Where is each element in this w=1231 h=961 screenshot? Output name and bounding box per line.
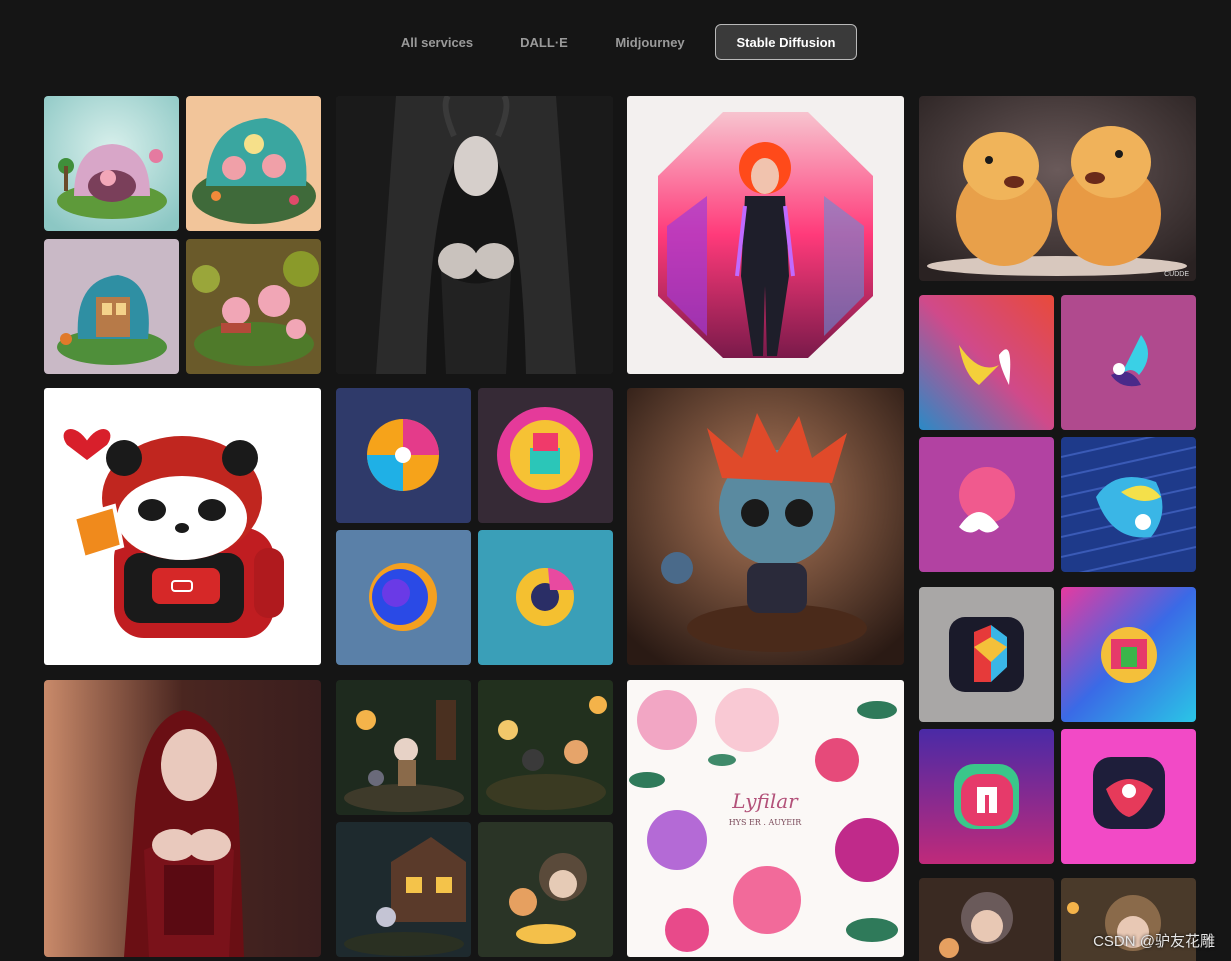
tab-dalle[interactable]: DALL·E bbox=[506, 24, 582, 60]
image-chibi-creature[interactable] bbox=[627, 388, 904, 665]
image-forest-kitten-1[interactable] bbox=[336, 680, 471, 815]
image-logo-swirl-1[interactable] bbox=[336, 388, 471, 523]
image-icon-bird-4[interactable] bbox=[1061, 437, 1196, 572]
image-neon-woman-octagon[interactable] bbox=[627, 96, 904, 374]
image-girl-kitten-1[interactable] bbox=[919, 878, 1054, 961]
image-icon-bird-1[interactable] bbox=[919, 295, 1054, 430]
tab-midjourney[interactable]: Midjourney bbox=[599, 24, 701, 60]
image-app-icon-4[interactable] bbox=[1061, 729, 1196, 864]
image-vampire-woman[interactable] bbox=[44, 680, 321, 957]
image-forest-kitten-3[interactable] bbox=[336, 822, 471, 957]
image-isometric-house-4[interactable] bbox=[186, 239, 321, 374]
watermark: CSDN @驴友花雕 bbox=[1093, 933, 1215, 950]
image-forest-kitten-4[interactable] bbox=[478, 822, 613, 957]
floral-card-title: Lyfilar bbox=[731, 789, 799, 813]
image-app-icon-2[interactable] bbox=[1061, 587, 1196, 722]
image-isometric-house-1[interactable] bbox=[44, 96, 179, 231]
image-forest-kitten-2[interactable] bbox=[478, 680, 613, 815]
image-logo-ring-3[interactable] bbox=[336, 530, 471, 665]
image-icon-bird-3[interactable] bbox=[919, 437, 1054, 572]
tab-stable-diffusion[interactable]: Stable Diffusion bbox=[715, 24, 857, 60]
image-logo-orbit-4[interactable] bbox=[478, 530, 613, 665]
image-isometric-house-3[interactable] bbox=[44, 239, 179, 374]
capybara-signature: CUDDE bbox=[1164, 271, 1189, 278]
image-app-icon-3[interactable] bbox=[919, 729, 1054, 864]
image-capybaras[interactable]: CUDDE bbox=[919, 96, 1196, 281]
image-isometric-house-2[interactable] bbox=[186, 96, 321, 231]
tab-all-services[interactable]: All services bbox=[384, 24, 490, 60]
image-icon-bird-2[interactable] bbox=[1061, 295, 1196, 430]
floral-card-subtitle: HYS ER . AUYEIR bbox=[729, 818, 803, 827]
image-floral-card[interactable]: Lyfilar HYS ER . AUYEIR bbox=[627, 680, 904, 957]
image-horned-dark-queen[interactable] bbox=[336, 96, 613, 374]
image-app-icon-1[interactable] bbox=[919, 587, 1054, 722]
service-filter-tabs: All services DALL·E Midjourney Stable Di… bbox=[0, 24, 1231, 62]
image-red-panda-sticker[interactable] bbox=[44, 388, 321, 665]
image-logo-circle-2[interactable] bbox=[478, 388, 613, 523]
